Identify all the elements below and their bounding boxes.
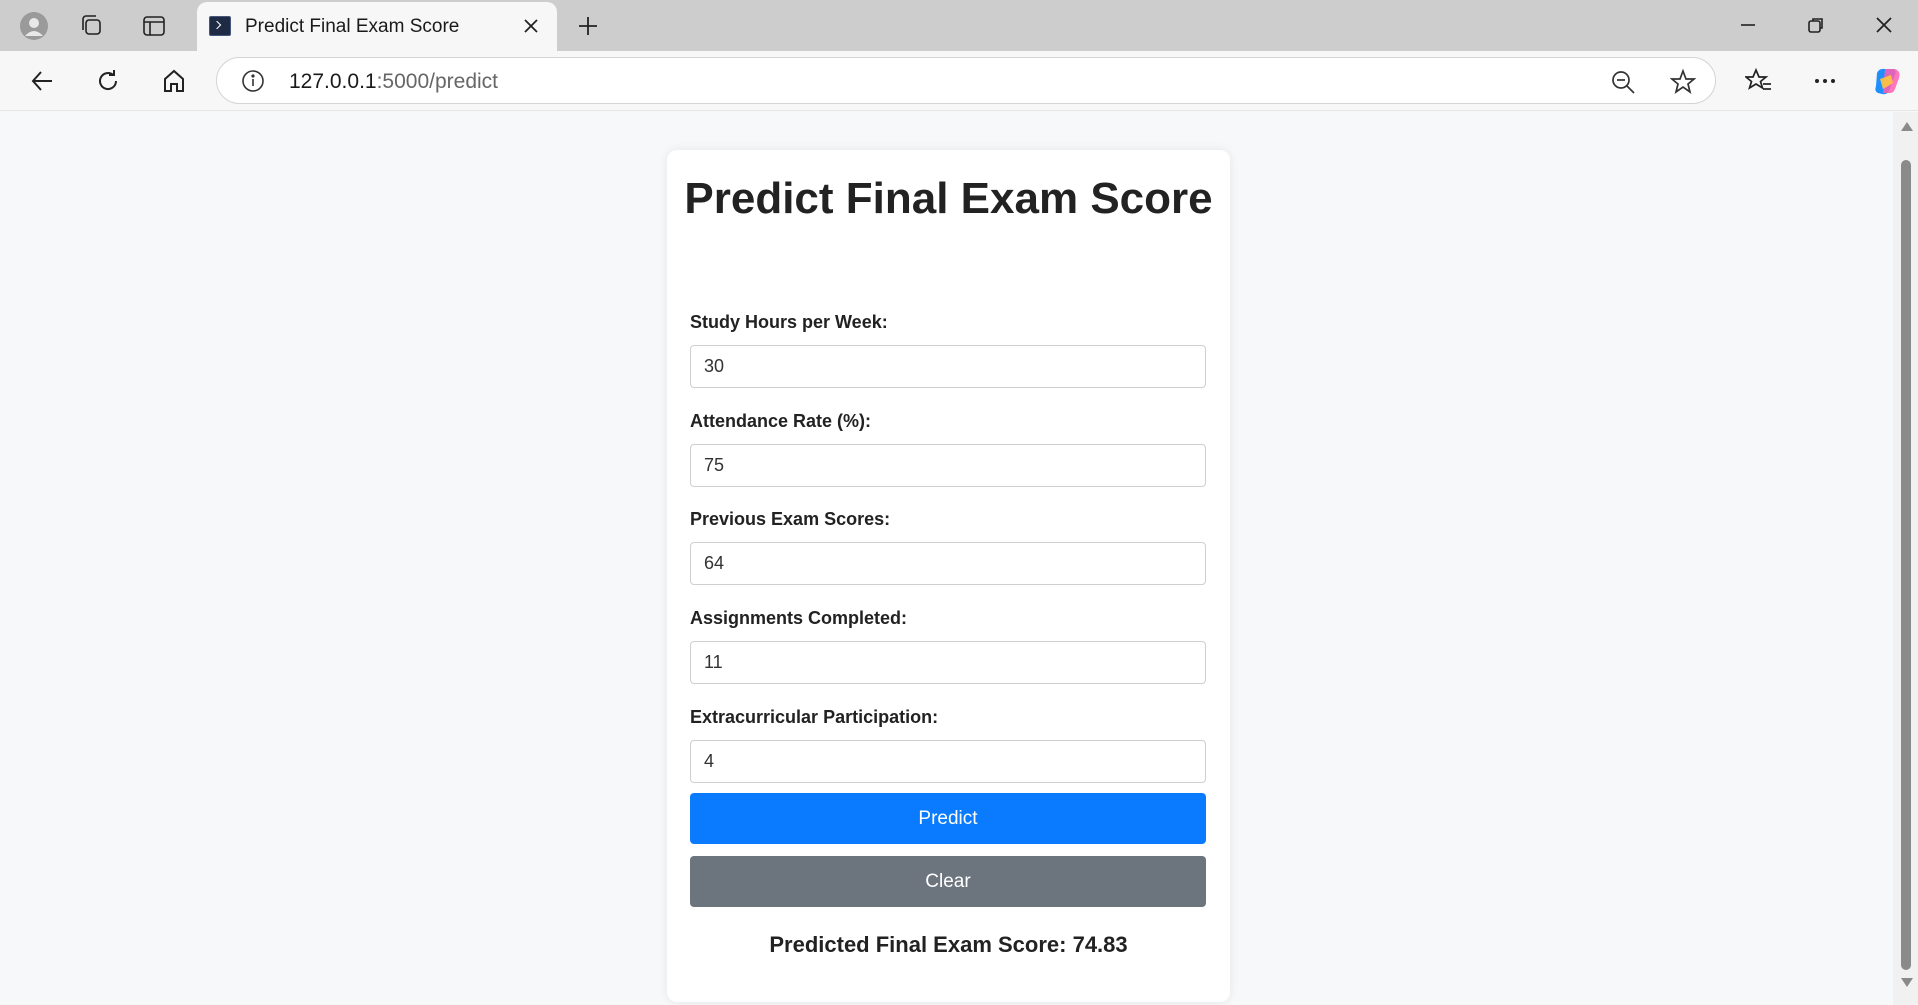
extracurricular-label: Extracurricular Participation: <box>690 707 939 727</box>
home-icon[interactable] <box>154 61 194 101</box>
assignments-completed-label: Assignments Completed: <box>690 608 908 628</box>
close-tab-icon[interactable] <box>519 14 543 38</box>
scroll-up-arrow-icon[interactable] <box>1901 122 1913 131</box>
address-bar[interactable]: 127.0.0.1:5000/predict <box>216 57 1716 104</box>
predict-button[interactable]: Predict <box>690 793 1206 844</box>
previous-exam-scores-label: Previous Exam Scores: <box>690 509 891 529</box>
vertical-scrollbar[interactable] <box>1893 112 1918 1005</box>
terminal-favicon-icon <box>209 16 231 36</box>
extracurricular-input[interactable] <box>690 740 1206 783</box>
info-icon[interactable] <box>241 69 265 93</box>
more-icon[interactable] <box>1805 61 1845 101</box>
tab-title: Predict Final Exam Score <box>245 16 460 37</box>
back-arrow-icon[interactable] <box>22 61 62 101</box>
active-tab[interactable]: Predict Final Exam Score <box>197 2 557 51</box>
study-hours-label: Study Hours per Week: <box>690 312 888 332</box>
assignments-completed-input[interactable] <box>690 641 1206 684</box>
predict-form-card: Predict Final Exam Score Study Hours per… <box>667 150 1230 1002</box>
study-hours-input[interactable] <box>690 345 1206 388</box>
favorites-icon[interactable] <box>1739 61 1779 101</box>
profile-avatar-icon[interactable] <box>16 8 52 44</box>
minimize-window-icon[interactable] <box>1718 4 1778 46</box>
clear-button[interactable]: Clear <box>690 856 1206 907</box>
navigation-bar: 127.0.0.1:5000/predict <box>0 51 1918 111</box>
attendance-rate-label: Attendance Rate (%): <box>690 411 872 431</box>
tab-actions-icon[interactable] <box>136 8 172 44</box>
attendance-rate-input[interactable] <box>690 444 1206 487</box>
prediction-result: Predicted Final Exam Score: 74.83 <box>769 932 1128 957</box>
restore-window-icon[interactable] <box>1786 4 1846 46</box>
url-host: 127.0.0.1 <box>289 70 377 93</box>
refresh-icon[interactable] <box>88 61 128 101</box>
url-text: 127.0.0.1:5000/predict <box>289 70 498 94</box>
copilot-icon[interactable] <box>1867 61 1907 101</box>
scrollbar-thumb[interactable] <box>1901 160 1911 970</box>
star-icon[interactable] <box>1669 68 1697 96</box>
zoom-out-icon[interactable] <box>1609 68 1637 96</box>
scroll-down-arrow-icon[interactable] <box>1901 978 1913 987</box>
previous-exam-scores-input[interactable] <box>690 542 1206 585</box>
new-tab-plus-icon[interactable] <box>568 8 608 44</box>
page-title: Predict Final Exam Score <box>684 174 1213 223</box>
tab-strip: Predict Final Exam Score <box>0 0 1918 51</box>
close-window-icon[interactable] <box>1854 4 1914 46</box>
workspaces-icon[interactable] <box>74 8 110 44</box>
url-path: :5000/predict <box>376 70 499 93</box>
